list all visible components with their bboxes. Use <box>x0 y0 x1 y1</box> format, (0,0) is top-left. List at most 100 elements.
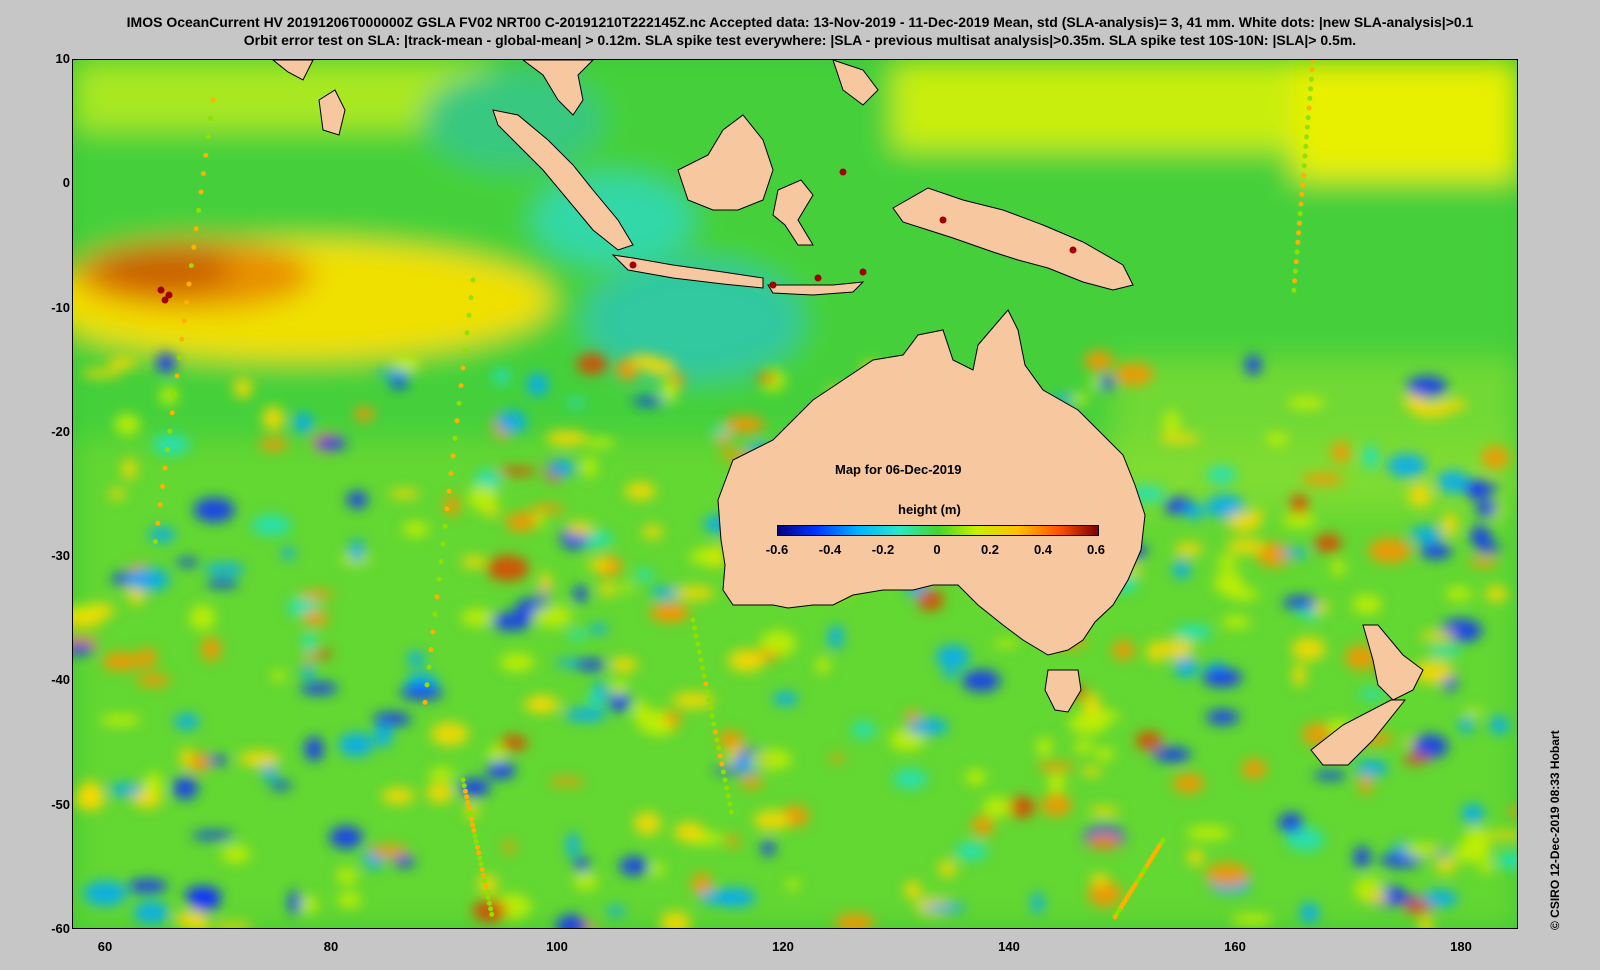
lat-tick-minus40: -40 <box>51 672 70 687</box>
lon-tick-160: 160 <box>1224 939 1246 954</box>
track-dot <box>480 872 486 878</box>
track-dot <box>716 745 722 751</box>
track-dot <box>692 625 698 631</box>
track-dot <box>483 883 489 889</box>
colorbar-label-02: 0.2 <box>980 542 1000 557</box>
eddy <box>1353 846 1371 869</box>
track-dot <box>174 373 180 379</box>
eddy <box>1406 376 1448 398</box>
track-dot <box>442 523 448 529</box>
track-dot <box>1304 124 1310 130</box>
eddy <box>258 438 289 451</box>
eddy <box>337 891 362 908</box>
eddy <box>1352 594 1382 615</box>
eddy <box>184 886 222 904</box>
sea-level-map <box>72 59 1518 929</box>
eddy <box>269 781 292 790</box>
eddy <box>624 482 656 501</box>
lat-tick-0: 0 <box>62 175 70 190</box>
eddy <box>587 690 602 707</box>
eddy <box>523 696 561 713</box>
eddy <box>1463 707 1483 716</box>
track-dot <box>422 699 428 705</box>
track-dot <box>698 657 704 663</box>
eddy <box>301 895 318 915</box>
track-dot <box>1112 914 1118 920</box>
track-dot <box>428 647 434 653</box>
track-dot <box>164 447 170 453</box>
eddy <box>99 714 142 726</box>
track-dot <box>450 453 456 459</box>
track-dot <box>460 777 466 783</box>
eddy <box>1135 731 1163 751</box>
eddy <box>633 700 648 724</box>
flagged-dot <box>157 286 165 294</box>
eddy <box>1358 688 1386 701</box>
eddy <box>1292 663 1306 688</box>
track-dot <box>462 788 468 794</box>
eddy <box>1290 494 1309 515</box>
eddy <box>1174 624 1212 641</box>
eddy <box>961 669 1001 692</box>
lon-tick-100: 100 <box>546 939 568 954</box>
eddy <box>1073 740 1094 754</box>
eddy <box>1281 548 1309 558</box>
track-dot <box>1297 211 1303 217</box>
track-dot <box>708 705 714 711</box>
track-dot <box>179 336 185 342</box>
track-dot <box>695 641 701 647</box>
eddy <box>892 768 929 789</box>
track-dot <box>720 769 726 775</box>
track-dot <box>193 226 199 232</box>
eddy <box>606 906 626 916</box>
eddy <box>346 491 368 509</box>
track-dot <box>1298 201 1304 207</box>
eddy <box>271 670 287 681</box>
track-dot <box>448 471 454 477</box>
eddy <box>1172 560 1191 580</box>
track-dot <box>706 697 712 703</box>
eddy <box>652 603 691 622</box>
track-dot <box>477 855 483 861</box>
track-dot <box>1299 191 1305 197</box>
eddy <box>585 437 615 448</box>
track-dot <box>717 753 723 759</box>
eddy <box>389 489 420 499</box>
track-dot <box>696 649 702 655</box>
eddy <box>1435 857 1456 874</box>
eddy <box>428 767 455 781</box>
eddy <box>193 497 235 523</box>
eddy <box>175 558 200 567</box>
track-dot <box>1302 153 1308 159</box>
track-dot <box>701 673 707 679</box>
track-dot <box>203 152 209 158</box>
eddy <box>486 555 529 582</box>
eddy <box>430 722 469 746</box>
track-dot <box>727 801 733 807</box>
eddy <box>633 811 662 836</box>
eddy <box>1113 363 1154 386</box>
eddy <box>1463 481 1498 497</box>
eddy <box>189 604 216 631</box>
eddy <box>1364 893 1389 904</box>
track-dot <box>424 682 430 688</box>
eddy <box>281 546 295 560</box>
eddy <box>1403 753 1430 765</box>
eddy <box>486 760 516 780</box>
track-dot <box>700 665 706 671</box>
eddy <box>1205 862 1250 887</box>
track-dot <box>709 713 715 719</box>
track-dot <box>1305 115 1311 121</box>
flagged-dot <box>814 274 822 282</box>
eddy <box>156 352 176 374</box>
track-dot <box>472 833 478 839</box>
eddy <box>1428 645 1461 657</box>
track-dot <box>440 541 446 547</box>
eddy <box>753 810 791 831</box>
track-dot <box>456 400 462 406</box>
eddy <box>1163 410 1180 435</box>
eddy <box>402 521 429 537</box>
track-dot <box>703 681 709 687</box>
eddy <box>1158 639 1194 660</box>
track-dot <box>434 594 440 600</box>
